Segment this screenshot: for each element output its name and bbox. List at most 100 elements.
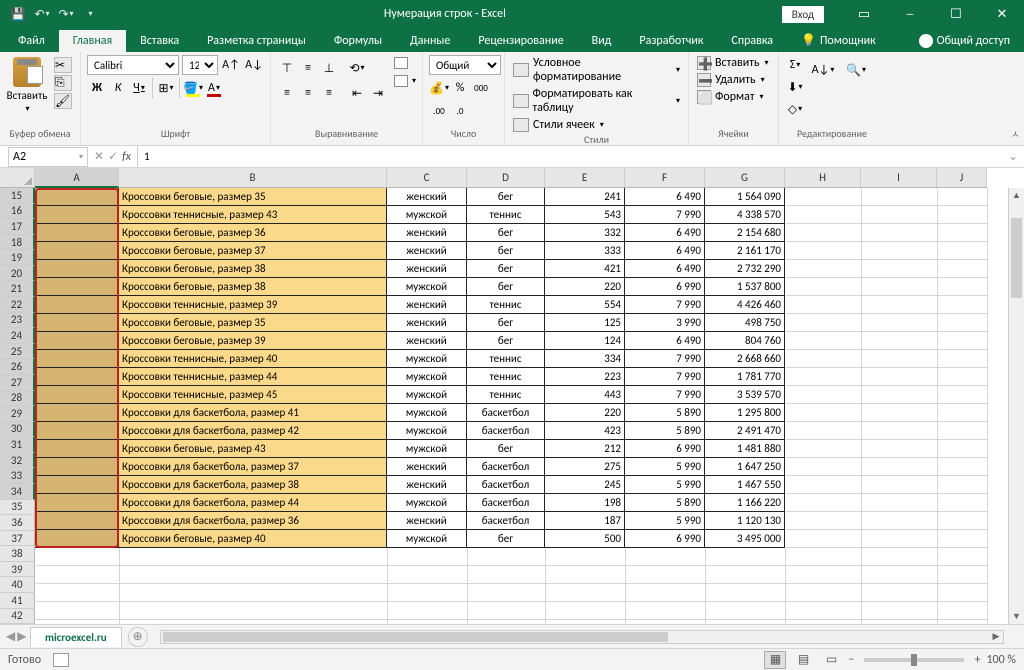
cell[interactable]: 7 990	[625, 368, 705, 386]
cell[interactable]: женский	[387, 296, 467, 314]
zoom-level[interactable]: 100 %	[986, 653, 1016, 667]
cell[interactable]: бег	[467, 332, 545, 350]
format-table-button[interactable]: Форматировать как таблицу▾	[511, 86, 682, 116]
column-header-B[interactable]: B	[119, 168, 387, 188]
cell[interactable]: 2 491 470	[705, 422, 785, 440]
row-header[interactable]: 34	[0, 484, 35, 500]
cell[interactable]: Кроссовки теннисные, размер 39	[119, 296, 387, 314]
cell[interactable]: Кроссовки теннисные, размер 44	[119, 368, 387, 386]
cell[interactable]: 2 668 660	[705, 350, 785, 368]
cell[interactable]: 3 495 000	[705, 530, 785, 548]
cell[interactable]: 6 490	[625, 224, 705, 242]
horizontal-scrollbar[interactable]: ◀▶	[160, 630, 1004, 644]
row-header[interactable]: 16	[0, 204, 35, 220]
row-header[interactable]: 35	[0, 500, 35, 516]
save-icon[interactable]: 💾	[8, 4, 28, 24]
cell[interactable]: 1 295 800	[705, 404, 785, 422]
copy-icon[interactable]: ⎘	[54, 75, 72, 91]
cell[interactable]: 223	[545, 368, 625, 386]
cell[interactable]: 543	[545, 206, 625, 224]
cell[interactable]: Кроссовки теннисные, размер 40	[119, 350, 387, 368]
row-header[interactable]: 22	[0, 297, 35, 313]
normal-view-icon[interactable]: ▦	[764, 651, 786, 669]
tab-home[interactable]: Главная	[59, 30, 126, 52]
cell[interactable]: 7 990	[625, 296, 705, 314]
cell[interactable]	[35, 458, 119, 476]
tab-help[interactable]: Справка	[717, 30, 787, 52]
cell[interactable]: 7 990	[625, 350, 705, 368]
cell[interactable]	[35, 422, 119, 440]
cell[interactable]: теннис	[467, 386, 545, 404]
column-header-F[interactable]: F	[625, 168, 705, 188]
shrink-font-icon[interactable]: A↓	[244, 55, 264, 75]
cell[interactable]: 7 990	[625, 206, 705, 224]
cell[interactable]: Кроссовки беговые, размер 37	[119, 242, 387, 260]
sheet-tab[interactable]: microexcel.ru	[30, 627, 122, 647]
row-header[interactable]: 37	[0, 531, 35, 547]
delete-cells-button[interactable]: ➖Удалить▾	[695, 72, 772, 88]
dec-indent-icon[interactable]: ⇤	[347, 83, 367, 103]
cell[interactable]	[35, 242, 119, 260]
cell[interactable]: 7 990	[625, 386, 705, 404]
align-bottom-icon[interactable]: ⊥	[319, 58, 339, 78]
orientation-icon[interactable]: ⟲▾	[347, 58, 367, 78]
row-header[interactable]: 38	[0, 546, 35, 562]
cell[interactable]: женский	[387, 260, 467, 278]
accounting-icon[interactable]: 💰▾	[429, 78, 449, 98]
formula-input[interactable]: 1	[138, 150, 1002, 163]
sort-filter-icon[interactable]: A↓▾	[808, 55, 838, 85]
align-center-icon[interactable]: ≡	[298, 83, 318, 103]
cell[interactable]: 804 760	[705, 332, 785, 350]
column-header-D[interactable]: D	[467, 168, 545, 188]
cell[interactable]: Кроссовки для баскетбола, размер 36	[119, 512, 387, 530]
cell[interactable]	[35, 476, 119, 494]
cell[interactable]: 1 537 800	[705, 278, 785, 296]
cell[interactable]: 1 564 090	[705, 188, 785, 206]
dec-decimal-icon[interactable]: .0	[450, 101, 470, 121]
cell[interactable]: Кроссовки для баскетбола, размер 37	[119, 458, 387, 476]
tab-layout[interactable]: Разметка страницы	[193, 30, 320, 52]
tab-view[interactable]: Вид	[578, 30, 626, 52]
ribbon-options-icon[interactable]: ▭	[842, 0, 886, 28]
cell[interactable]: 1 166 220	[705, 494, 785, 512]
cell[interactable]: теннис	[467, 296, 545, 314]
cell[interactable]	[35, 296, 119, 314]
inc-indent-icon[interactable]: ⇥	[368, 83, 388, 103]
cell[interactable]: 124	[545, 332, 625, 350]
cell[interactable]: баскетбол	[467, 512, 545, 530]
cell[interactable]: баскетбол	[467, 458, 545, 476]
row-header[interactable]: 21	[0, 281, 35, 297]
macro-record-icon[interactable]	[53, 653, 69, 667]
cell[interactable]	[35, 494, 119, 512]
cell[interactable]: 1 120 130	[705, 512, 785, 530]
cell[interactable]: 5 990	[625, 476, 705, 494]
column-header-G[interactable]: G	[705, 168, 785, 188]
cell[interactable]: Кроссовки беговые, размер 35	[119, 188, 387, 206]
row-header[interactable]: 19	[0, 250, 35, 266]
cell[interactable]	[35, 260, 119, 278]
cell[interactable]: 6 990	[625, 530, 705, 548]
cell[interactable]: бег	[467, 530, 545, 548]
underline-button[interactable]: Ч▾	[129, 78, 149, 98]
cut-icon[interactable]: ✂	[54, 57, 72, 73]
tab-review[interactable]: Рецензирование	[464, 30, 577, 52]
minimize-icon[interactable]: ─	[888, 0, 932, 28]
cell[interactable]	[35, 440, 119, 458]
cell[interactable]: Кроссовки для баскетбола, размер 44	[119, 494, 387, 512]
cell-styles-button[interactable]: Стили ячеек▾	[511, 117, 682, 133]
align-middle-icon[interactable]: ≡	[298, 58, 318, 78]
cell[interactable]: мужской	[387, 404, 467, 422]
cell[interactable]: 6 990	[625, 440, 705, 458]
font-color-icon[interactable]: A▾	[204, 78, 224, 98]
row-header[interactable]: 30	[0, 422, 35, 438]
cell[interactable]: 198	[545, 494, 625, 512]
close-icon[interactable]: ✕	[980, 0, 1024, 28]
cell[interactable]: 554	[545, 296, 625, 314]
cell[interactable]: 333	[545, 242, 625, 260]
row-header[interactable]: 23	[0, 313, 35, 329]
cell[interactable]: баскетбол	[467, 476, 545, 494]
tab-data[interactable]: Данные	[396, 30, 464, 52]
cell[interactable]: 212	[545, 440, 625, 458]
prev-sheet-icon[interactable]: ◀	[6, 629, 15, 644]
cell[interactable]: Кроссовки беговые, размер 40	[119, 530, 387, 548]
